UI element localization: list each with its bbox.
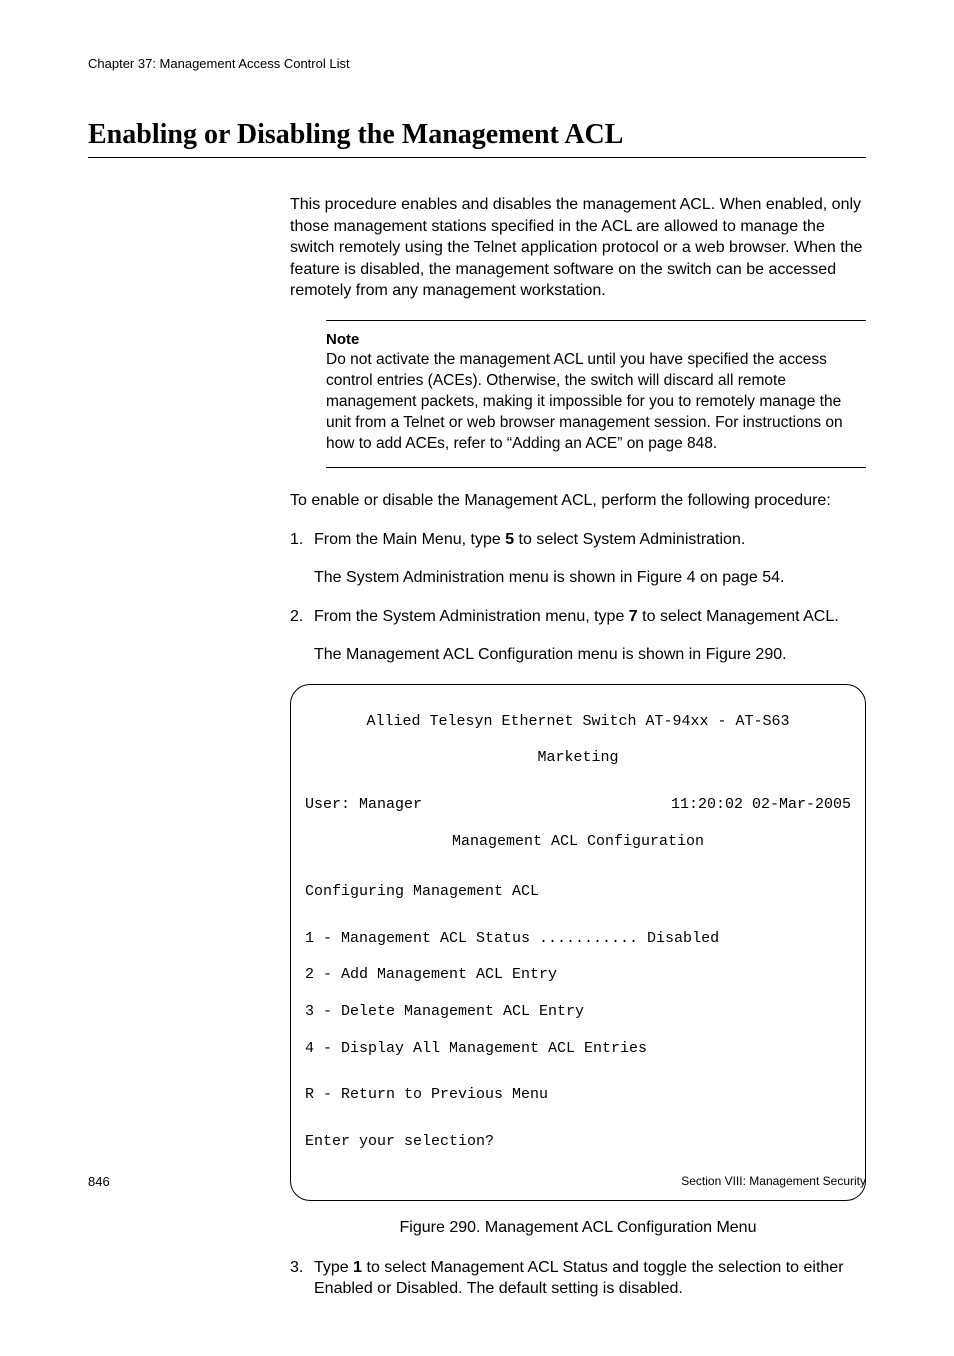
note-box: Note Do not activate the management ACL … — [326, 320, 866, 468]
step-number: 1. — [290, 529, 314, 551]
step-body: From the Main Menu, type 5 to select Sys… — [314, 529, 866, 551]
step-text-pre: Type — [314, 1259, 353, 1276]
step-text-post: to select System Administration. — [514, 531, 745, 548]
step-body: Type 1 to select Management ACL Status a… — [314, 1257, 866, 1300]
lead-paragraph: To enable or disable the Management ACL,… — [290, 490, 866, 512]
step-text-pre: From the System Administration menu, typ… — [314, 608, 629, 625]
step-1-follow: The System Administration menu is shown … — [314, 567, 866, 589]
note-body: Do not activate the management ACL until… — [326, 350, 860, 455]
terminal-option-1: 1 - Management ACL Status ........... Di… — [305, 930, 851, 948]
terminal-timestamp: 11:20:02 02-Mar-2005 — [671, 796, 851, 814]
step-text-post: to select Management ACL Status and togg… — [314, 1259, 844, 1298]
terminal-option-4: 4 - Display All Management ACL Entries — [305, 1040, 851, 1058]
terminal-option-return: R - Return to Previous Menu — [305, 1086, 851, 1104]
terminal-screen: Allied Telesyn Ethernet Switch AT-94xx -… — [290, 684, 866, 1201]
step-key: 7 — [629, 608, 638, 625]
step-body: From the System Administration menu, typ… — [314, 606, 866, 628]
terminal-title-2: Marketing — [305, 749, 851, 767]
terminal-prompt: Enter your selection? — [305, 1133, 851, 1151]
step-3: 3. Type 1 to select Management ACL Statu… — [290, 1257, 866, 1300]
step-number: 2. — [290, 606, 314, 628]
terminal-menu-title: Management ACL Configuration — [305, 833, 851, 851]
section-label: Section VIII: Management Security — [681, 1174, 866, 1189]
step-2: 2. From the System Administration menu, … — [290, 606, 866, 628]
step-1: 1. From the Main Menu, type 5 to select … — [290, 529, 866, 551]
terminal-config-header: Configuring Management ACL — [305, 883, 851, 901]
terminal-option-3: 3 - Delete Management ACL Entry — [305, 1003, 851, 1021]
figure-caption: Figure 290. Management ACL Configuration… — [290, 1219, 866, 1237]
note-label: Note — [326, 331, 860, 348]
step-text-pre: From the Main Menu, type — [314, 531, 505, 548]
step-key: 5 — [505, 531, 514, 548]
page-footer: 846 Section VIII: Management Security — [88, 1174, 866, 1189]
intro-paragraph: This procedure enables and disables the … — [290, 194, 866, 302]
step-key: 1 — [353, 1259, 362, 1276]
step-text-post: to select Management ACL. — [638, 608, 839, 625]
page-title: Enabling or Disabling the Management ACL — [88, 119, 866, 158]
terminal-user: User: Manager — [305, 796, 422, 814]
chapter-header: Chapter 37: Management Access Control Li… — [88, 56, 866, 71]
step-number: 3. — [290, 1257, 314, 1300]
terminal-title-1: Allied Telesyn Ethernet Switch AT-94xx -… — [305, 713, 851, 731]
step-2-follow: The Management ACL Configuration menu is… — [314, 644, 866, 666]
terminal-option-2: 2 - Add Management ACL Entry — [305, 966, 851, 984]
page-number: 846 — [88, 1174, 110, 1189]
